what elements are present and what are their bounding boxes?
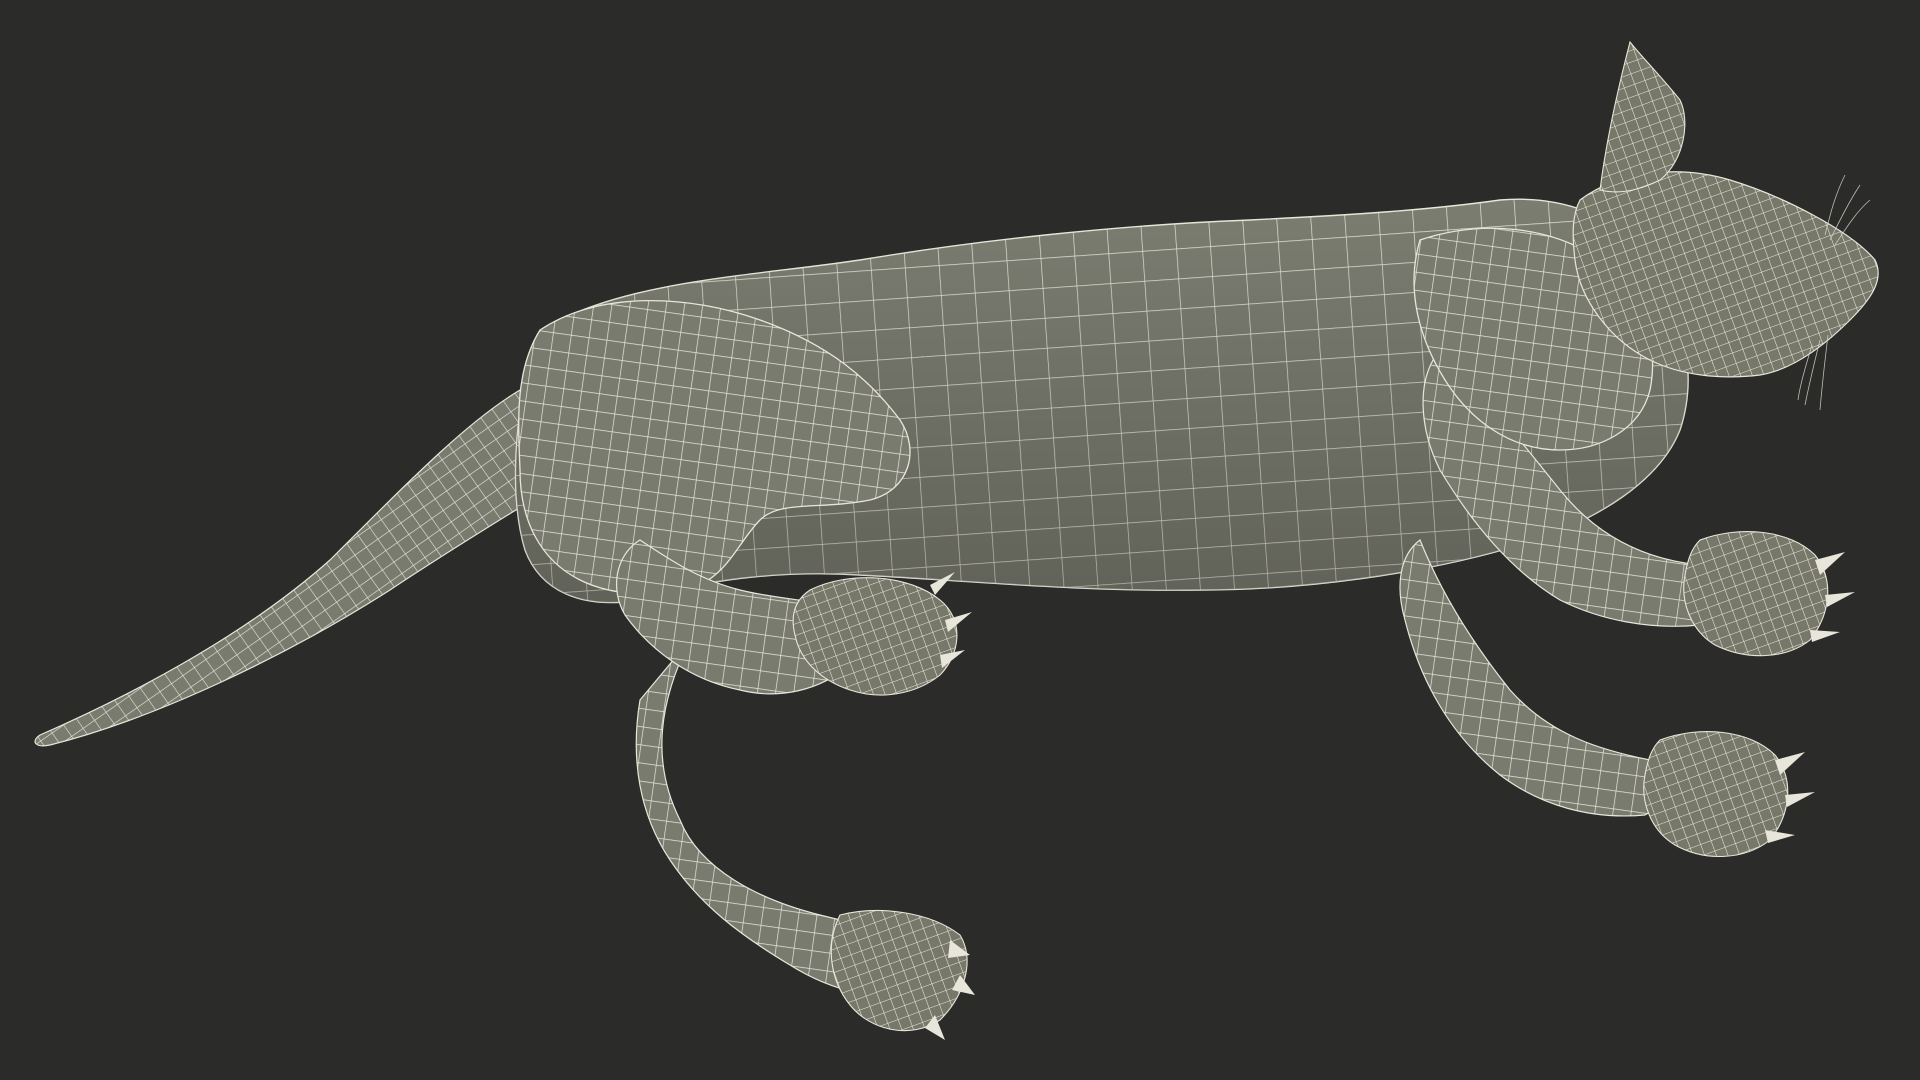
3d-viewport[interactable] [0,0,1920,1080]
front-lower-paw [1643,731,1789,858]
front-upper-paw [1683,531,1829,657]
ear [1599,40,1686,193]
wireframe-cat-render [34,40,1879,1040]
tail [34,389,541,747]
rear-lower-paw [830,910,968,1032]
